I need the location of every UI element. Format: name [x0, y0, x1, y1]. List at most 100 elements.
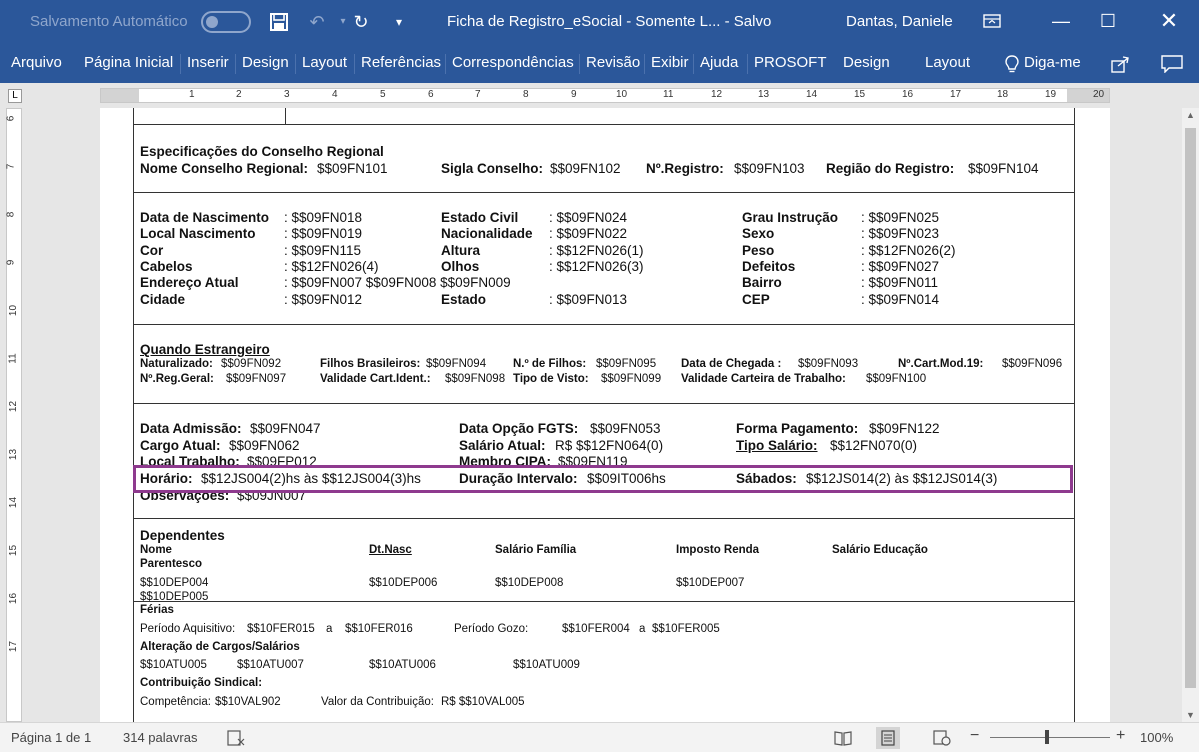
zoom-slider-thumb[interactable] [1045, 730, 1049, 744]
zoom-level[interactable]: 100% [1140, 730, 1173, 745]
pessoal-value: : $$09FN012 [284, 292, 363, 307]
maximize-icon[interactable]: ☐ [1085, 0, 1131, 44]
tab-referencias[interactable]: Referências [361, 54, 441, 71]
conselho-nome-value: $$09FN101 [317, 161, 388, 176]
contrato-label: Forma Pagamento: [736, 421, 859, 436]
estrangeiro-value: $$09FN093 [798, 358, 859, 370]
document-content: Especificações do Conselho Regional Nome… [133, 108, 1075, 722]
customize-qat-icon[interactable]: ▾ [386, 9, 412, 35]
tab-correspondencias[interactable]: Correspondências [452, 54, 574, 71]
ruler-number: 11 [7, 353, 19, 364]
ribbon-display-options-icon[interactable] [969, 0, 1015, 44]
ruler-number: 7 [5, 163, 17, 170]
estrangeiro-label: Validade Cart.Ident.: [320, 373, 431, 385]
tab-selector-icon[interactable]: L [8, 89, 22, 103]
conselho-registro-value: $$09FN103 [734, 161, 805, 176]
ferias-value: $$10FER015 [247, 623, 315, 635]
selection-highlight-box [133, 465, 1073, 493]
estrangeiro-value: $$09FN092 [221, 358, 282, 370]
dependentes-header: Imposto Renda [676, 544, 760, 556]
contrato-value: R$ $$12FN064(0) [555, 438, 664, 453]
dados-pessoais-section: Data de Nascimento : $$09FN018 Local Nas… [133, 193, 1075, 325]
minimize-icon[interactable]: — [1038, 0, 1084, 44]
dependentes-cell: $$10DEP006 [369, 577, 438, 589]
document-page[interactable]: Especificações do Conselho Regional Nome… [100, 108, 1110, 722]
share-icon[interactable] [1107, 50, 1135, 78]
document-title: Ficha de Registro_eSocial - Somente L...… [447, 13, 772, 30]
print-layout-icon[interactable] [876, 727, 900, 749]
tab-layout[interactable]: Layout [302, 54, 347, 71]
estrangeiro-value: $$09FN100 [866, 373, 927, 385]
ruler-number: 20 [1093, 89, 1105, 100]
scroll-up-icon[interactable]: ▲ [1186, 110, 1195, 120]
tab-table-layout[interactable]: Layout [925, 54, 970, 71]
tab-exibir[interactable]: Exibir [651, 54, 689, 71]
conselho-title: Especificações do Conselho Regional [140, 144, 384, 159]
horizontal-ruler[interactable]: 1 2 3 4 5 6 7 8 9 10 11 12 13 14 15 16 1… [100, 88, 1110, 103]
ruler-number: 6 [428, 89, 434, 100]
dependentes-header: Nome [140, 544, 172, 556]
conselho-nome-label: Nome Conselho Regional: [140, 161, 309, 176]
redo-icon[interactable]: ↻ [348, 9, 374, 35]
zoom-in-icon[interactable]: + [1116, 727, 1125, 745]
conselho-regiao-label: Região do Registro: [826, 161, 955, 176]
pessoal-value: : $$09FN115 [284, 243, 362, 258]
pessoal-label: Cabelos [140, 259, 193, 274]
pessoal-label: Grau Instrução [742, 210, 839, 225]
user-name[interactable]: Dantas, Daniele [846, 13, 953, 30]
dependentes-parentesco-label: Parentesco [140, 558, 203, 570]
conselho-registro-label: Nº.Registro: [646, 161, 724, 176]
tab-pagina-inicial[interactable]: Página Inicial [84, 54, 173, 71]
web-layout-icon[interactable] [930, 727, 954, 749]
cell-divider [285, 108, 286, 125]
ferias-section: Férias Período Aquisitivo: $$10FER015 a … [133, 602, 1075, 722]
contrato-label: Data Opção FGTS: [459, 421, 579, 436]
pessoal-value: : $$09FN014 [861, 292, 940, 307]
tab-table-design[interactable]: Design [843, 54, 890, 71]
pessoal-value: : $$09FN025 [861, 210, 940, 225]
tab-ajuda[interactable]: Ajuda [700, 54, 738, 71]
close-icon[interactable]: ✕ [1146, 0, 1192, 44]
tell-me-search[interactable]: Diga-me [1024, 54, 1081, 71]
ferias-label: Período Gozo: [454, 623, 529, 635]
ruler-number: 7 [475, 89, 481, 100]
pessoal-value: : $$12FN026(2) [861, 243, 956, 258]
estrangeiro-section: Quando Estrangeiro Naturalizado: $$09FN0… [133, 325, 1075, 404]
vertical-scrollbar[interactable]: ▲ ▼ [1182, 108, 1199, 722]
tab-prosoft[interactable]: PROSOFT [754, 54, 827, 71]
scroll-down-icon[interactable]: ▼ [1186, 710, 1195, 720]
ferias-value: $$10FER016 [345, 623, 413, 635]
contrato-value: $$09FN053 [590, 421, 661, 436]
pessoal-label: CEP [742, 292, 770, 307]
title-bar: Salvamento Automático ↶ ▾ ↻ ▾ Ficha de R… [0, 0, 1199, 44]
tab-arquivo[interactable]: Arquivo [11, 54, 62, 71]
dependentes-cell: $$10DEP004 [140, 577, 209, 589]
proofing-icon[interactable] [224, 727, 248, 749]
ruler-number: 2 [236, 89, 242, 100]
zoom-out-icon[interactable]: − [970, 727, 979, 745]
tab-revisao[interactable]: Revisão [586, 54, 640, 71]
lightbulb-icon[interactable] [998, 50, 1026, 78]
vertical-ruler[interactable]: 6 7 8 9 10 11 12 13 14 15 16 17 [5, 108, 22, 722]
scrollbar-thumb[interactable] [1185, 128, 1196, 688]
pessoal-label: Bairro [742, 275, 782, 290]
tab-inserir[interactable]: Inserir [187, 54, 229, 71]
ruler-number: 12 [8, 400, 20, 413]
contrato-section: Data Admissão: $$09FN047 Data Opção FGTS… [133, 404, 1075, 519]
autosave-toggle[interactable] [201, 11, 251, 33]
zoom-slider[interactable] [990, 737, 1110, 738]
sindical-title: Contribuição Sindical: [140, 677, 263, 689]
ruler-number: 13 [8, 448, 20, 461]
undo-icon[interactable]: ↶ [304, 9, 330, 35]
contrato-label: Salário Atual: [459, 438, 546, 453]
estrangeiro-title: Quando Estrangeiro [140, 342, 270, 357]
read-mode-icon[interactable] [831, 727, 855, 749]
estrangeiro-label: Nº.Reg.Geral: [140, 373, 214, 385]
tab-design[interactable]: Design [242, 54, 289, 71]
ferias-separator: a [639, 623, 646, 635]
save-icon[interactable] [266, 9, 292, 35]
ruler-number: 12 [711, 89, 723, 100]
page-count[interactable]: Página 1 de 1 [11, 730, 91, 745]
comments-icon[interactable] [1158, 50, 1186, 78]
word-count[interactable]: 314 palavras [123, 730, 197, 745]
